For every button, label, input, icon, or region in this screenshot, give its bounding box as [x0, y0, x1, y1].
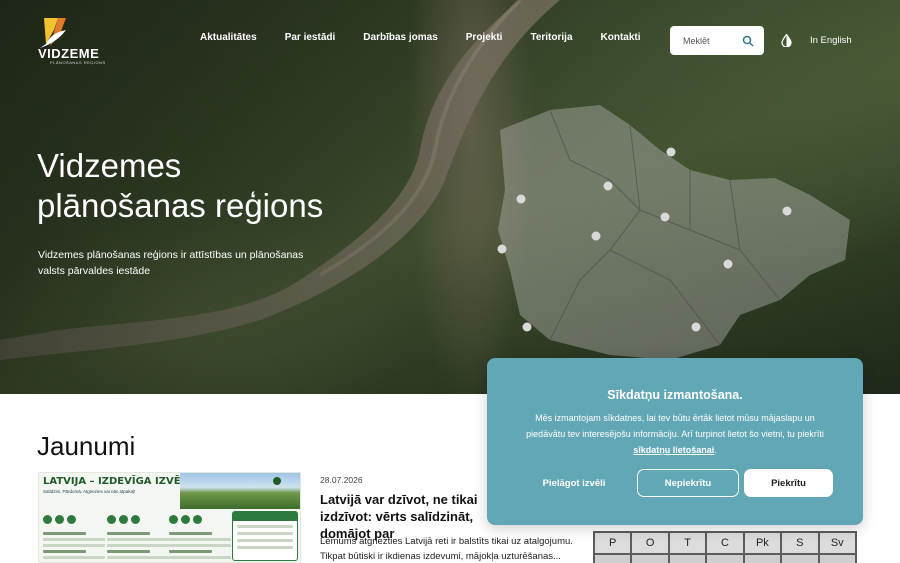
calendar-day-cell[interactable] [669, 555, 706, 563]
contrast-toggle-icon[interactable] [780, 34, 793, 47]
cookie-text-body: Mēs izmantojam sīkdatnes, lai tev būtu ē… [526, 413, 824, 439]
hero-title-line2: plānošanas reģions [37, 187, 324, 224]
weekday-wed: T [669, 533, 706, 553]
news-image-subtitle: Salīdzini. Pārdomā. Atgriezies vai nāc a… [43, 489, 136, 494]
news-image-landscape [180, 473, 300, 509]
news-image-column [43, 511, 105, 561]
cookie-text-end: . [714, 445, 717, 455]
search-input[interactable] [683, 35, 741, 46]
language-switch[interactable]: In English [810, 35, 852, 46]
hero-banner: VIDZEME PLĀNOŠANAS REĢIONS Aktualitātes … [0, 0, 900, 394]
cookie-text: Mēs izmantojam sīkdatnes, lai tev būtu ē… [515, 410, 835, 458]
hero-title: Vidzemes plānošanas reģions [37, 146, 397, 226]
calendar-day-cell[interactable] [819, 555, 855, 563]
map-pin-icon [273, 477, 281, 485]
events-calendar: P O T C Pk S Sv [593, 531, 857, 563]
news-date: 28.07.2026 [320, 475, 363, 485]
cookie-title: Sīkdatņu izmantošana. [607, 388, 743, 402]
calendar-day-cell[interactable] [707, 555, 743, 563]
accept-cookies-button[interactable]: Piekrītu [744, 469, 833, 497]
cookie-consent-dialog: Sīkdatņu izmantošana. Mēs izmantojam sīk… [487, 358, 863, 525]
nav-item-projekti[interactable]: Projekti [466, 32, 503, 43]
customize-cookies-button[interactable]: Pielāgot izvēli [525, 469, 623, 497]
weekday-tue: O [632, 533, 668, 553]
news-image-infobox [232, 511, 298, 561]
nav-item-aktualitates[interactable]: Aktualitātes [200, 32, 257, 43]
calendar-day-cell[interactable] [744, 555, 781, 563]
cookie-policy-link[interactable]: sīkdatņu lietošanai [633, 445, 714, 455]
calendar-day-cell[interactable] [632, 555, 668, 563]
region-map-graphic [497, 105, 850, 360]
calendar-day-cell[interactable] [782, 555, 818, 563]
news-section-title: Jaunumi [37, 431, 136, 461]
main-nav: Aktualitātes Par iestādi Darbības jomas … [200, 32, 669, 43]
logo-text: VIDZEME [38, 46, 100, 61]
hero-title-line1: Vidzemes [37, 147, 182, 184]
calendar-day-row [593, 553, 857, 563]
hero-description: Vidzemes plānošanas reģions ir attīstība… [38, 249, 304, 277]
weekday-sat: S [782, 533, 818, 553]
weekday-mon: P [595, 533, 631, 553]
news-image-column [107, 511, 169, 561]
logo-subtitle: PLĀNOŠANAS REĢIONS [50, 60, 106, 65]
news-excerpt: Lēmums atgriezties Latvijā reti ir balst… [320, 536, 573, 562]
nav-item-darbibas-jomas[interactable]: Darbības jomas [363, 32, 437, 43]
search-box [670, 26, 764, 55]
nav-item-par-iestadi[interactable]: Par iestādi [285, 32, 336, 43]
weekday-thu: C [707, 533, 743, 553]
nav-item-kontakti[interactable]: Kontakti [601, 32, 641, 43]
weekday-fri: Pk [744, 533, 781, 553]
nav-item-teritorija[interactable]: Teritorija [530, 32, 572, 43]
news-image-column [169, 511, 231, 561]
calendar-day-cell[interactable] [595, 555, 631, 563]
news-image[interactable]: LATVIJA – IZDEVĪGA IZVĒLE DZĪVEI! Salīdz… [38, 472, 301, 563]
calendar-weekday-header: P O T C Pk S Sv [593, 531, 857, 553]
search-icon[interactable] [742, 35, 754, 47]
decline-cookies-button[interactable]: Nepiekrītu [637, 469, 739, 497]
weekday-sun: Sv [819, 533, 855, 553]
